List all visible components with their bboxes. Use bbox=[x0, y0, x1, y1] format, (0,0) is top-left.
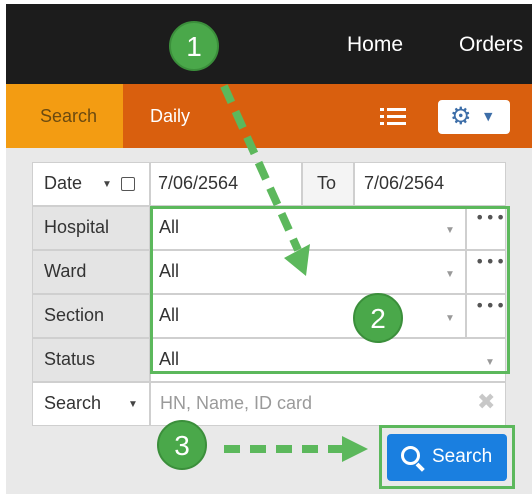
arrow-one bbox=[220, 84, 310, 276]
callout-2: 2 bbox=[353, 293, 403, 343]
callout-3: 3 bbox=[157, 420, 207, 470]
arrow-overlay bbox=[220, 84, 368, 462]
callout-1: 1 bbox=[169, 21, 219, 71]
arrow-three bbox=[224, 436, 368, 462]
app-frame: Home Orders Search Daily ⚙ ▼ Date ▼ 7/06… bbox=[6, 4, 532, 494]
